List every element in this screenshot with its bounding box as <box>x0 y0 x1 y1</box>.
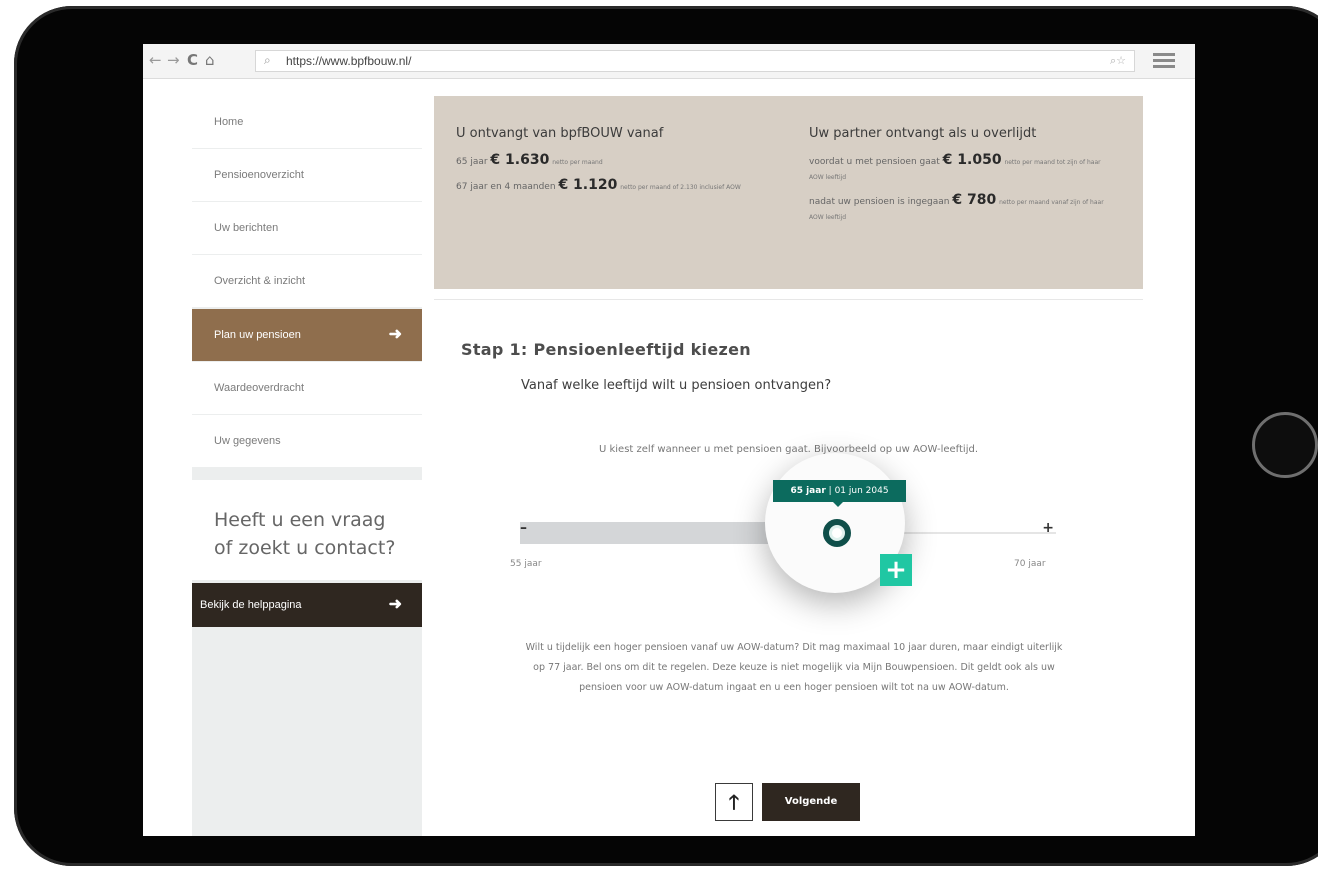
question-text: Vanaf welke leeftijd wilt u pensioen ont… <box>521 378 832 393</box>
slider-max-label: 70 jaar <box>1014 559 1046 569</box>
sidebar-item-label: Overzicht & inzicht <box>214 275 306 287</box>
sidebar-item-label: Plan uw pensioen <box>214 329 301 341</box>
pension-line-65: 65 jaar € 1.630 netto per maand <box>456 153 796 170</box>
slider-handle[interactable] <box>823 519 851 547</box>
own-pension-title: U ontvangt van bpfBOUW vanaf <box>456 126 664 141</box>
home-icon[interactable]: ⌂ <box>205 51 215 69</box>
own-pension-column: U ontvangt van bpfBOUW vanaf 65 jaar € 1… <box>456 126 796 203</box>
url-text[interactable]: https://www.bpfbouw.nl/ <box>286 54 411 68</box>
tooltip-age: 65 jaar <box>790 486 826 496</box>
sidebar-item-uw-gegevens[interactable]: Uw gegevens <box>192 415 422 467</box>
line-suffix: netto per maand of 2.130 inclusief AOW <box>620 184 741 191</box>
sidebar-item-label: Home <box>214 116 244 128</box>
slider-min-label: 55 jaar <box>510 559 542 569</box>
forward-arrow-icon[interactable]: → <box>167 51 180 69</box>
arrow-right-icon: ➜ <box>388 596 402 613</box>
help-button-label: Bekijk de helppagina <box>200 599 302 611</box>
sidebar-item-overzicht-inzicht[interactable]: Overzicht & inzicht <box>192 255 422 307</box>
pension-line-67: 67 jaar en 4 maanden € 1.120 netto per m… <box>456 178 796 195</box>
arrow-up-icon[interactable]: 🡑 <box>715 783 753 821</box>
sidebar-item-label: Pensioenoverzicht <box>214 169 304 181</box>
amount: € 1.120 <box>558 177 618 193</box>
next-button[interactable]: Volgende <box>762 783 860 821</box>
browser-screen: ← → C ⌂ ⌕ https://www.bpfbouw.nl/ ⌕☆ Hom… <box>143 44 1195 836</box>
search-icon: ⌕ <box>264 53 271 67</box>
sidebar-item-label: Uw gegevens <box>214 435 281 447</box>
line-prefix: nadat uw pensioen is ingegaan <box>809 197 950 207</box>
line-prefix: 67 jaar en 4 maanden <box>456 182 556 192</box>
address-bar[interactable]: ⌕ https://www.bpfbouw.nl/ ⌕☆ <box>255 50 1135 72</box>
hint-text: U kiest zelf wanneer u met pensioen gaat… <box>598 444 979 455</box>
plus-icon[interactable]: + <box>880 554 912 586</box>
browser-toolbar: ← → C ⌂ ⌕ https://www.bpfbouw.nl/ ⌕☆ <box>143 44 1195 79</box>
amount: € 1.630 <box>490 152 550 168</box>
main-content: Stap 1: Pensioenleeftijd kiezen Vanaf we… <box>434 299 1143 836</box>
sidebar-item-waardeoverdracht[interactable]: Waardeoverdracht <box>192 362 422 414</box>
sidebar-item-label: Waardeoverdracht <box>214 382 305 394</box>
partner-pension-title: Uw partner ontvangt als u overlijdt <box>809 126 1037 141</box>
amount: € 780 <box>952 192 997 208</box>
amount: € 1.050 <box>942 152 1002 168</box>
hamburger-menu-icon[interactable] <box>1153 53 1175 69</box>
back-arrow-icon[interactable]: ← <box>149 51 162 69</box>
sidebar-item-label: Uw berichten <box>214 222 279 234</box>
slider-value-tooltip: 65 jaar | 01 jun 2045 <box>773 480 906 507</box>
arrow-right-icon: ➜ <box>388 326 402 343</box>
partner-pension-column: Uw partner ontvangt als u overlijdt voor… <box>809 126 1109 233</box>
sidebar: Home Pensioenoverzicht Uw berichten Over… <box>192 96 422 836</box>
line-prefix: 65 jaar <box>456 157 488 167</box>
bookmark-star-icon[interactable]: ⌕☆ <box>1110 54 1126 68</box>
increase-button[interactable]: + <box>1042 520 1054 536</box>
tablet-home-button[interactable] <box>1252 412 1318 478</box>
partner-line-after: nadat uw pensioen is ingegaan € 780 nett… <box>809 193 1109 225</box>
pension-summary-banner: U ontvangt van bpfBOUW vanaf 65 jaar € 1… <box>434 96 1143 289</box>
sidebar-item-plan-uw-pensioen[interactable]: Plan uw pensioen ➜ <box>192 309 422 361</box>
info-paragraph: Wilt u tijdelijk een hoger pensioen vana… <box>525 642 1063 693</box>
tooltip-date: 01 jun 2045 <box>834 486 889 496</box>
sidebar-item-uw-berichten[interactable]: Uw berichten <box>192 202 422 254</box>
decrease-button[interactable]: – <box>520 520 527 536</box>
line-prefix: voordat u met pensioen gaat <box>809 157 940 167</box>
tooltip-separator: | <box>828 486 832 496</box>
reload-icon[interactable]: C <box>187 51 198 69</box>
line-suffix: netto per maand <box>552 159 603 166</box>
sidebar-item-home[interactable]: Home <box>192 96 422 148</box>
partner-line-before: voordat u met pensioen gaat € 1.050 nett… <box>809 153 1109 185</box>
help-page-button[interactable]: Bekijk de helppagina ➜ <box>192 583 422 627</box>
contact-prompt: Heeft u een vraag of zoekt u contact? <box>192 480 422 580</box>
sidebar-item-pensioenoverzicht[interactable]: Pensioenoverzicht <box>192 149 422 201</box>
step-title: Stap 1: Pensioenleeftijd kiezen <box>461 340 751 359</box>
